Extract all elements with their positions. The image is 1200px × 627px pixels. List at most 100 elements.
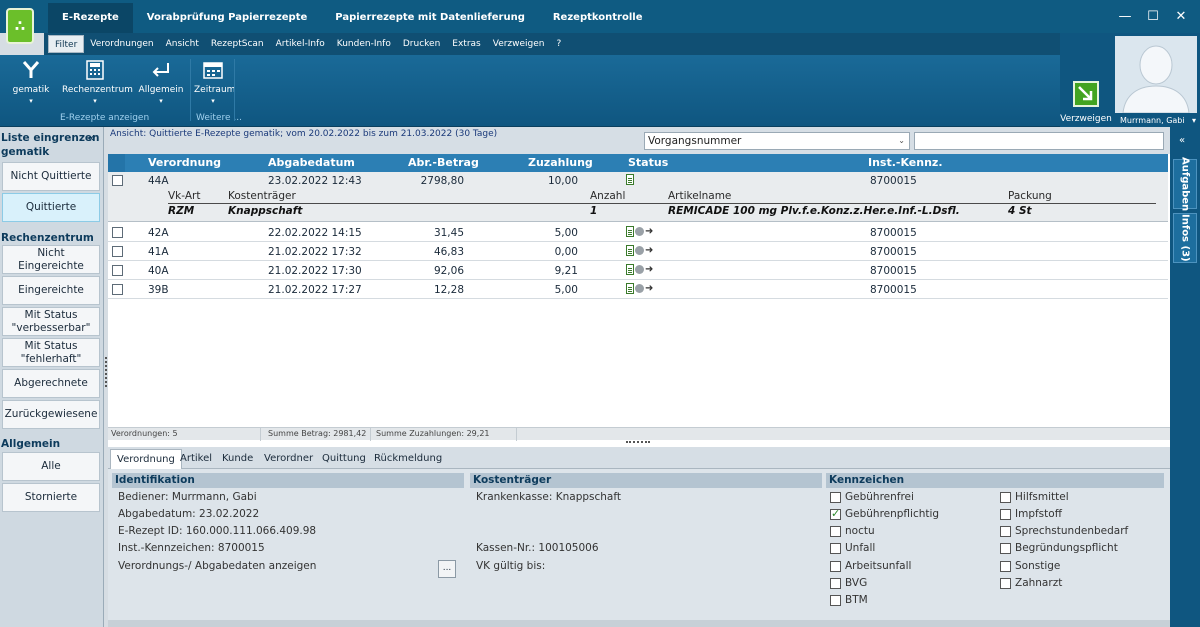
infos-tab[interactable]: Infos (3)	[1173, 213, 1197, 263]
chevron-down-icon[interactable]: ▾	[1192, 116, 1200, 125]
expand-panel-icon[interactable]: «	[1179, 135, 1185, 146]
menu-rezeptscan[interactable]: RezeptScan	[205, 35, 270, 53]
tab-e-rezepte[interactable]: E-Rezepte	[48, 3, 133, 33]
checkbox[interactable]	[1000, 577, 1011, 589]
verzweigen-button[interactable]: Verzweigen	[1060, 33, 1112, 127]
kz-sprechstundenbedarf[interactable]: Sprechstundenbedarf	[1000, 525, 1128, 537]
row-checkbox[interactable]	[112, 284, 123, 295]
vertical-splitter[interactable]	[105, 357, 107, 387]
collapse-panel-icon[interactable]: «	[88, 132, 94, 146]
minimize-icon[interactable]: —	[1112, 6, 1138, 28]
col-abgabedatum[interactable]: Abgabedatum	[268, 156, 355, 169]
tab-quittung[interactable]: Quittung	[316, 451, 372, 469]
menu-help[interactable]: ?	[551, 35, 568, 53]
zurueckgewiesene-button[interactable]: Zurückgewiesene	[2, 400, 100, 429]
kz-bvg[interactable]: BVG	[830, 577, 867, 589]
kz-btm[interactable]: BTM	[830, 594, 868, 606]
row-checkbox[interactable]	[112, 175, 123, 186]
gematik-button[interactable]: gematik ▾	[8, 59, 54, 105]
kz-begruendungspflicht[interactable]: Begründungspflicht	[1000, 542, 1118, 554]
kz-hilfsmittel[interactable]: Hilfsmittel	[1000, 491, 1069, 503]
col-inst-kennz[interactable]: Inst.-Kennz.	[868, 156, 943, 169]
horizontal-splitter[interactable]	[626, 441, 650, 443]
tab-vorabpruefung[interactable]: Vorabprüfung Papierrezepte	[133, 3, 321, 33]
kz-noctu[interactable]: noctu	[830, 525, 875, 537]
group-label-weitere[interactable]: Weitere ...	[196, 113, 242, 123]
menu-drucken[interactable]: Drucken	[397, 35, 446, 53]
aufgaben-tab[interactable]: Aufgaben	[1173, 157, 1197, 211]
search-field-select[interactable]: Vorgangsnummer ⌄	[644, 132, 910, 150]
col-abr-betrag[interactable]: Abr.-Betrag	[408, 156, 479, 169]
table-row[interactable]: 44A 23.02.2022 12:43 2798,80 10,00 87000…	[108, 172, 1168, 190]
table-row[interactable]: 41A 21.02.2022 17:32 46,83 0,00 ➜ 870001…	[108, 243, 1168, 261]
checkbox[interactable]	[830, 560, 841, 572]
status-verbesserbar-button[interactable]: Mit Status "verbesserbar"	[2, 307, 100, 336]
kz-arbeitsunfall[interactable]: Arbeitsunfall	[830, 560, 911, 572]
tab-papierrezepte[interactable]: Papierrezepte mit Datenlieferung	[321, 3, 539, 33]
user-profile[interactable]: Murrmann, Gabi ▾	[1112, 33, 1200, 127]
zeitraum-button[interactable]: Zeitraum ▾	[194, 59, 235, 105]
table-row[interactable]: 40A 21.02.2022 17:30 92,06 9,21 ➜ 870001…	[108, 262, 1168, 280]
tab-kunde[interactable]: Kunde	[216, 451, 259, 469]
sub-col-vkart: Vk-Art	[168, 190, 201, 202]
kz-unfall[interactable]: Unfall	[830, 542, 875, 554]
tab-rueckmeldung[interactable]: Rückmeldung	[368, 451, 448, 469]
menu-kunden-info[interactable]: Kunden-Info	[331, 35, 397, 53]
checkbox[interactable]	[830, 542, 841, 554]
abgerechnete-button[interactable]: Abgerechnete	[2, 369, 100, 398]
nicht-eingereichte-button[interactable]: Nicht Eingereichte	[2, 245, 100, 274]
menu-filter[interactable]: Filter	[48, 35, 85, 53]
window-controls: — ☐ ✕	[1112, 6, 1194, 28]
tab-rezeptkontrolle[interactable]: Rezeptkontrolle	[539, 3, 657, 33]
stornierte-button[interactable]: Stornierte	[2, 483, 100, 512]
search-input[interactable]	[914, 132, 1164, 150]
table-row[interactable]: 42A 22.02.2022 14:15 31,45 5,00 ➜ 870001…	[108, 224, 1168, 242]
kz-gebuehrenfrei[interactable]: Gebührenfrei	[830, 491, 914, 503]
row-checkbox[interactable]	[112, 265, 123, 276]
nicht-quittierte-button[interactable]: Nicht Quittierte	[2, 162, 100, 191]
summary-verordnungen: Verordnungen: 5	[111, 429, 178, 438]
rechenzentrum-button[interactable]: Rechenzentrum ▾	[62, 59, 133, 105]
kz-impfstoff[interactable]: Impfstoff	[1000, 508, 1062, 520]
checkbox[interactable]	[830, 525, 841, 537]
checkbox[interactable]	[830, 491, 841, 503]
checkbox-checked[interactable]	[830, 507, 841, 520]
allgemein-button[interactable]: Allgemein ▾	[136, 59, 186, 105]
krankenkasse-value: Krankenkasse: Knappschaft	[476, 491, 621, 503]
table-row[interactable]: 39B 21.02.2022 17:27 12,28 5,00 ➜ 870001…	[108, 281, 1168, 299]
checkbox[interactable]	[830, 594, 841, 606]
daten-anzeigen-button[interactable]: ...	[438, 560, 456, 578]
main-tabs: E-Rezepte Vorabprüfung Papierrezepte Pap…	[48, 3, 656, 33]
col-zuzahlung[interactable]: Zuzahlung	[528, 156, 593, 169]
tab-artikel[interactable]: Artikel	[174, 451, 218, 469]
row-checkbox[interactable]	[112, 227, 123, 238]
kz-zahnarzt[interactable]: Zahnarzt	[1000, 577, 1062, 589]
return-arrow-icon	[149, 59, 173, 81]
menu-ansicht[interactable]: Ansicht	[160, 35, 205, 53]
checkbox[interactable]	[1000, 542, 1011, 554]
checkbox[interactable]	[830, 577, 841, 589]
col-status[interactable]: Status	[628, 156, 668, 169]
checkbox[interactable]	[1000, 508, 1011, 520]
tab-verordner[interactable]: Verordner	[258, 451, 319, 469]
tab-verordnung[interactable]: Verordnung	[110, 449, 182, 470]
quittierte-button[interactable]: Quittierte	[2, 193, 100, 222]
close-icon[interactable]: ✕	[1168, 6, 1194, 28]
menu-verzweigen[interactable]: Verzweigen	[487, 35, 551, 53]
checkbox[interactable]	[1000, 560, 1011, 572]
kz-gebuehrenpflichtig[interactable]: Gebührenpflichtig	[830, 507, 939, 520]
eingereichte-button[interactable]: Eingereichte	[2, 276, 100, 305]
menu-verordnungen[interactable]: Verordnungen	[84, 35, 159, 53]
checkbox[interactable]	[1000, 491, 1011, 503]
menu-artikel-info[interactable]: Artikel-Info	[270, 35, 331, 53]
checkbox[interactable]	[1000, 525, 1011, 537]
status-fehlerhaft-button[interactable]: Mit Status "fehlerhaft"	[2, 338, 100, 367]
col-verordnung[interactable]: Verordnung	[148, 156, 221, 169]
row-checkbox[interactable]	[112, 246, 123, 257]
ribbon-menu-bar: Filter Verordnungen Ansicht RezeptScan A…	[44, 33, 1060, 55]
alle-button[interactable]: Alle	[2, 452, 100, 481]
app-logo-icon[interactable]: ∴	[6, 8, 34, 44]
kz-sonstige[interactable]: Sonstige	[1000, 560, 1060, 572]
menu-extras[interactable]: Extras	[446, 35, 486, 53]
maximize-icon[interactable]: ☐	[1140, 6, 1166, 28]
